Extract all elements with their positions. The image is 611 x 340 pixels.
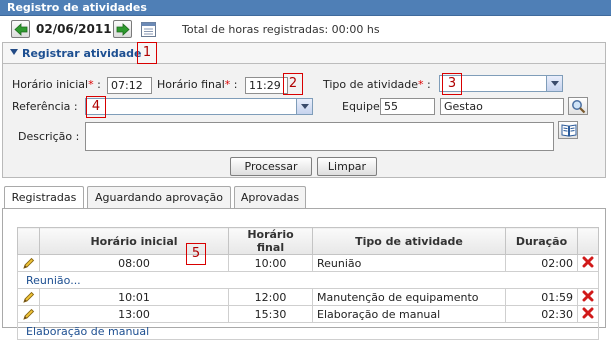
start-time-cell: 13:00 (39, 305, 229, 323)
tab-strip: Registradas Aguardando aprovação Aprovad… (2, 186, 606, 210)
start-time-label: Horário inicial* : (12, 78, 101, 91)
activity-type-cell: Reunião (312, 254, 506, 272)
process-button[interactable]: Processar (230, 157, 312, 176)
arrow-right-icon (116, 23, 130, 36)
row-description-link[interactable]: Reunião... (22, 274, 81, 287)
chevron-down-icon (296, 99, 312, 114)
delete-x-icon[interactable] (582, 256, 594, 268)
end-time-cell: 10:00 (228, 254, 313, 272)
team-code-input[interactable]: 55 (380, 98, 435, 115)
table-row: 08:00 10:00 Reunião 02:00 (17, 254, 599, 272)
delete-x-icon[interactable] (582, 307, 594, 319)
callout-5: 5 (186, 243, 206, 265)
delete-cell[interactable] (577, 254, 599, 272)
next-day-button[interactable] (113, 20, 132, 38)
tab-aprovadas[interactable]: Aprovadas (234, 186, 306, 209)
edit-column-header (17, 227, 40, 255)
activities-table: Horário inicial Horário final Tipo de at… (17, 227, 599, 340)
activity-type-cell: Elaboração de manual (312, 305, 506, 323)
table-row: 10:01 12:00 Manutenção de equipamento 01… (17, 288, 599, 306)
pencil-icon[interactable] (22, 257, 35, 270)
tab-aguardando-aprovacao[interactable]: Aguardando aprovação (87, 186, 231, 209)
table-header-row: Horário inicial Horário final Tipo de at… (17, 227, 599, 255)
activity-type-label: Tipo de atividade* : (323, 78, 431, 91)
start-time-input[interactable]: 07:12 (107, 77, 152, 94)
register-activity-header[interactable]: Registrar atividade (3, 43, 605, 64)
duration-cell: 02:30 (505, 305, 578, 323)
end-time-input[interactable]: 11:29 (245, 77, 288, 94)
callout-2: 2 (283, 73, 303, 95)
pencil-icon[interactable] (22, 291, 35, 304)
pencil-icon[interactable] (22, 308, 35, 321)
total-hours-text: Total de horas registradas: 00:00 hs (182, 23, 380, 36)
previous-day-button[interactable] (11, 20, 30, 38)
book-icon (561, 124, 577, 137)
end-time-cell: 15:30 (228, 305, 313, 323)
reference-label: Referência : (12, 100, 78, 113)
edit-cell[interactable] (17, 288, 40, 306)
column-duration: Duração (505, 227, 578, 255)
delete-cell[interactable] (577, 288, 599, 306)
column-end-time: Horário final (228, 227, 313, 255)
section-title: Registrar atividade (22, 47, 142, 60)
current-date: 02/06/2011 (36, 22, 112, 36)
team-name-input[interactable]: Gestao (440, 98, 564, 115)
date-navigation-bar: 02/06/2011 Total de horas registradas: 0… (0, 17, 611, 41)
clear-button[interactable]: Limpar (317, 157, 377, 176)
callout-4: 4 (86, 96, 106, 118)
description-textarea[interactable] (85, 122, 554, 151)
registered-activities-panel: Horário inicial Horário final Tipo de at… (2, 208, 606, 340)
callout-1: 1 (137, 42, 157, 64)
arrow-left-icon (14, 23, 28, 36)
delete-x-icon[interactable] (582, 290, 594, 302)
delete-cell[interactable] (577, 305, 599, 323)
tab-registradas[interactable]: Registradas (4, 186, 84, 210)
search-team-button[interactable] (568, 97, 588, 115)
table-row-description: Reunião... (17, 271, 599, 289)
reference-select[interactable] (85, 98, 313, 115)
duration-cell: 01:59 (505, 288, 578, 306)
end-time-cell: 12:00 (228, 288, 313, 306)
calendar-icon[interactable] (141, 21, 156, 37)
activity-type-cell: Manutenção de equipamento (312, 288, 506, 306)
callout-3: 3 (442, 73, 462, 95)
table-row-description: Elaboração de manual (17, 322, 599, 340)
duration-cell: 02:00 (505, 254, 578, 272)
window-title: Registro de atividades (0, 0, 611, 16)
column-activity-type: Tipo de atividade (312, 227, 506, 255)
edit-cell[interactable] (17, 305, 40, 323)
magnifier-icon (572, 100, 586, 114)
table-row: 13:00 15:30 Elaboração de manual 02:30 (17, 305, 599, 323)
delete-column-header (577, 227, 599, 255)
end-time-label: Horário final* : (157, 78, 238, 91)
description-lookup-button[interactable] (558, 121, 578, 139)
row-description-link[interactable]: Elaboração de manual (22, 325, 149, 338)
chevron-down-icon (546, 76, 562, 91)
start-time-cell: 10:01 (39, 288, 229, 306)
edit-cell[interactable] (17, 254, 40, 272)
description-label: Descrição : (18, 130, 80, 143)
collapse-triangle-icon (10, 49, 18, 55)
